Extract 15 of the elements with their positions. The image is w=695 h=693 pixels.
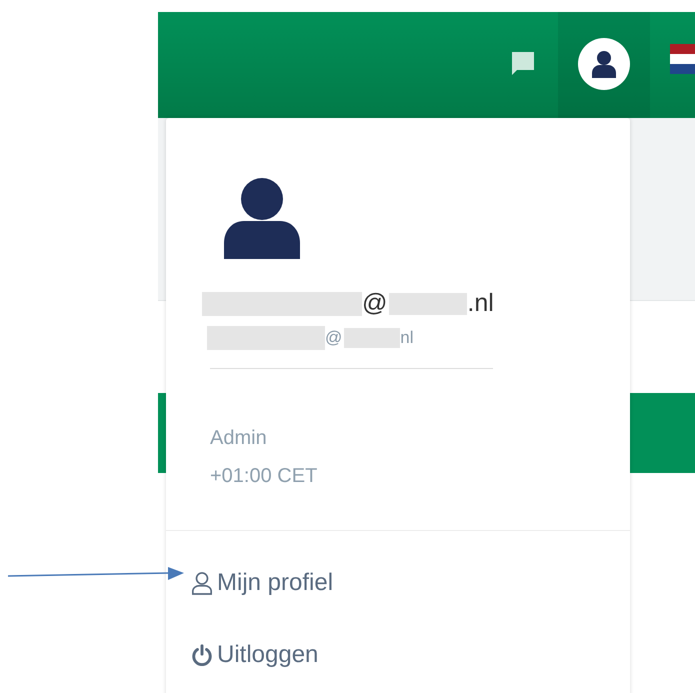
user-role: Admin [210,427,268,450]
user-button[interactable] [558,12,650,118]
menu-item[interactable]: Uitloggen [217,641,318,669]
power-icon [191,644,213,666]
user-timezone: +01:00 CET [210,465,318,488]
redaction-block [344,328,400,348]
email-text: @ [325,328,342,348]
person-outline-icon [191,571,213,595]
email-text: @ [362,289,388,318]
email-text: .nl [467,289,494,318]
user-avatar-icon [578,38,630,90]
email-text: nl [400,328,414,348]
chat-icon[interactable] [510,50,536,76]
user-avatar-icon [222,177,302,259]
menu-item[interactable]: Mijn profiel [217,569,334,597]
